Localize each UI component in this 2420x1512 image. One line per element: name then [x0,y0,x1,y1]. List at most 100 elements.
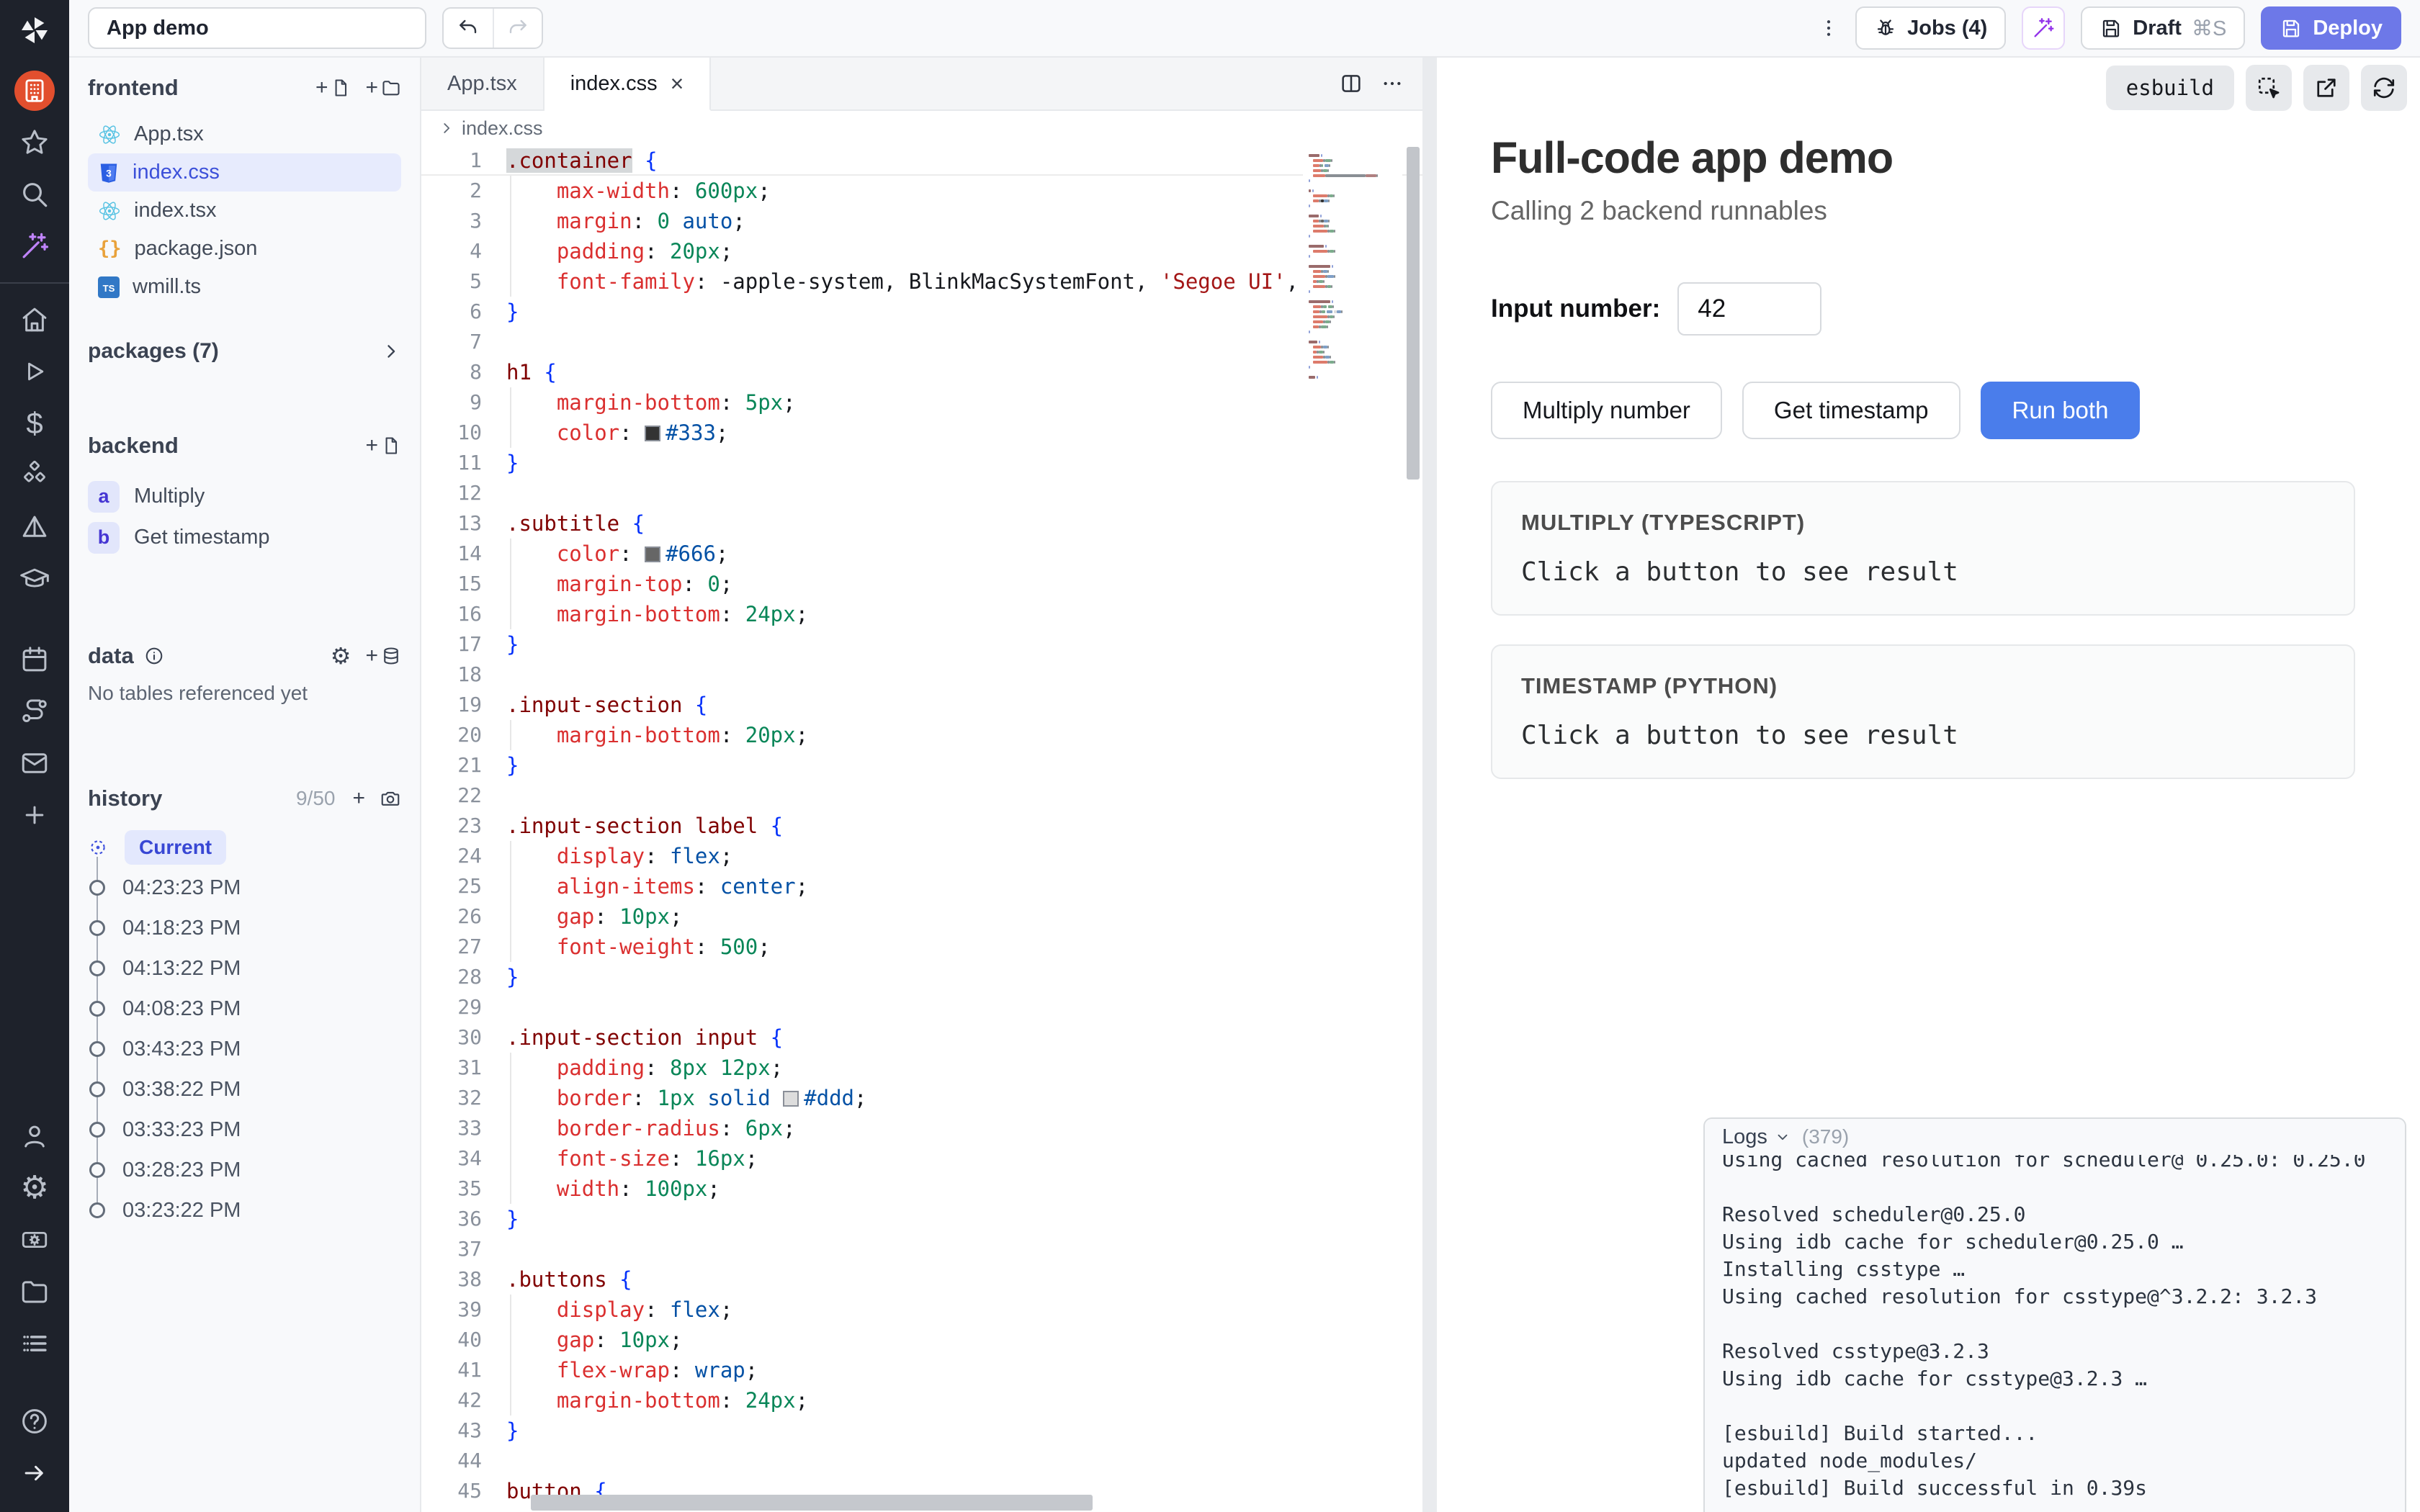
code-editor-pane: App.tsx index.css× index.css 1.container … [421,58,1422,1512]
windmill-logo[interactable] [16,12,53,49]
history-entry[interactable]: 03:38:22 PM [89,1069,401,1110]
rail-item-prism[interactable] [14,507,55,547]
history-entry[interactable]: 04:23:23 PM [89,868,401,908]
history-entry[interactable]: 04:08:23 PM [89,989,401,1029]
kebab-icon [1818,17,1839,39]
pane-resize-handle[interactable] [1422,58,1437,1512]
file-name: App.tsx [134,122,204,146]
refresh-button[interactable] [2361,65,2407,111]
save-icon [2280,17,2303,40]
code-line-25: 25 align-items: center; [421,871,1422,901]
run-both-button[interactable]: Run both [1981,382,2141,439]
logs-body[interactable]: Using cached resolution for scheduler@ 0… [1705,1146,2405,1512]
history-current-row[interactable]: Current [89,827,401,868]
file-item-wmill.ts[interactable]: TSwmill.ts [88,268,401,306]
rail-item-dollar[interactable]: $ [14,403,55,444]
rail-item-calendar[interactable] [14,639,55,680]
history-dot-icon [89,920,105,936]
code-line-43: 43} [421,1416,1422,1446]
runtime-badge[interactable]: esbuild [2106,66,2234,110]
add-runnable-button[interactable]: + [365,433,401,458]
rail-item-list[interactable] [14,1323,55,1364]
rail-item-route[interactable] [14,691,55,732]
data-title: data [88,643,134,669]
rail-item-cubes[interactable] [14,455,55,495]
rail-item-star[interactable] [14,122,55,163]
tab-App.tsx[interactable]: App.tsx [421,58,544,109]
result-card-title: TIMESTAMP (PYTHON) [1521,673,2325,699]
open-external-button[interactable] [2303,65,2349,111]
rail-item-arrow-right[interactable] [14,1453,55,1493]
rail-item-workspace-building[interactable] [14,71,55,111]
get-timestamp-button[interactable]: Get timestamp [1742,382,1960,439]
history-dot-icon [89,960,105,976]
add-table-button[interactable]: + [365,644,401,668]
rail-item-graduation-cap[interactable] [14,559,55,599]
history-entry[interactable]: 03:33:23 PM [89,1110,401,1150]
packages-label: packages (7) [88,339,219,364]
rail-item-help[interactable] [14,1401,55,1441]
undo-button[interactable] [444,9,493,48]
rail-item-workers[interactable] [14,1220,55,1260]
vertical-scrollbar[interactable] [1407,147,1420,480]
file-name: package.json [135,237,258,261]
explorer-panel: frontend + + App.tsx 3index.cssindex.tsx{… [69,58,421,1512]
minimap[interactable] [1303,148,1402,1512]
info-icon[interactable] [144,646,164,666]
logs-label: Logs [1722,1125,1767,1149]
tab-index.css[interactable]: index.css× [544,58,712,111]
number-input[interactable] [1677,282,1821,336]
rail-item-play[interactable] [14,351,55,392]
tab-label: App.tsx [447,72,517,96]
deploy-button[interactable]: Deploy [2261,6,2401,50]
rail-item-folder[interactable] [14,1272,55,1312]
code-area[interactable]: 1.container {2 max-width: 600px;3 margin… [421,145,1422,1512]
code-line-15: 15 margin-top: 0; [421,569,1422,599]
runnable-item-b[interactable]: bGet timestamp [88,517,401,558]
multiply-number-button[interactable]: Multiply number [1491,382,1722,439]
history-entry[interactable]: 04:13:22 PM [89,948,401,989]
rail-item-magic-wand[interactable] [14,226,55,266]
ellipsis-icon[interactable] [1381,72,1404,95]
file-item-package.json[interactable]: {}package.json [88,230,401,268]
ai-wand-button[interactable] [2022,6,2065,50]
line-number: 43 [421,1416,506,1446]
horizontal-scrollbar[interactable] [531,1495,1093,1511]
file-item-App.tsx[interactable]: App.tsx [88,115,401,153]
breadcrumb[interactable]: index.css [421,111,1422,145]
rail-item-mail[interactable] [14,743,55,783]
redo-icon [506,17,529,40]
redo-button[interactable] [493,9,542,48]
history-entry[interactable]: 03:28:23 PM [89,1150,401,1190]
runnable-item-a[interactable]: aMultiply [88,476,401,517]
add-folder-button[interactable]: + [365,76,401,100]
history-entry[interactable]: 03:43:23 PM [89,1029,401,1069]
history-entry[interactable]: 04:18:23 PM [89,908,401,948]
rail-item-person[interactable] [14,1116,55,1156]
rail-item-search[interactable] [14,174,55,215]
split-editor-icon[interactable] [1339,71,1363,96]
rail-item-gear[interactable]: ⚙ [14,1168,55,1208]
add-file-button[interactable]: + [315,76,351,100]
rail-item-plus[interactable] [14,795,55,835]
packages-row[interactable]: packages (7) [88,339,401,364]
file-item-index.css[interactable]: 3index.css [88,153,401,192]
more-menu-button[interactable] [1818,17,1839,39]
history-entry[interactable]: 03:23:22 PM [89,1190,401,1230]
close-icon[interactable]: × [671,72,684,95]
camera-icon[interactable] [380,788,401,809]
draft-button[interactable]: Draft ⌘S [2081,6,2245,50]
logs-header[interactable]: Logs (379) [1705,1119,2405,1155]
select-element-button[interactable] [2246,65,2292,111]
jobs-button[interactable]: Jobs (4) [1855,6,2006,50]
gear-icon[interactable]: ⚙ [331,644,351,667]
file-item-index.tsx[interactable]: index.tsx [88,192,401,230]
add-snapshot-button[interactable]: + [352,786,365,811]
breadcrumb-file: index.css [462,117,543,140]
line-number: 37 [421,1234,506,1264]
rail-item-home[interactable] [14,300,55,340]
app-name-input[interactable] [88,7,426,49]
history-dot-icon [89,1081,105,1097]
refresh-icon [2371,75,2397,101]
frontend-section-header: frontend + + [88,75,401,101]
